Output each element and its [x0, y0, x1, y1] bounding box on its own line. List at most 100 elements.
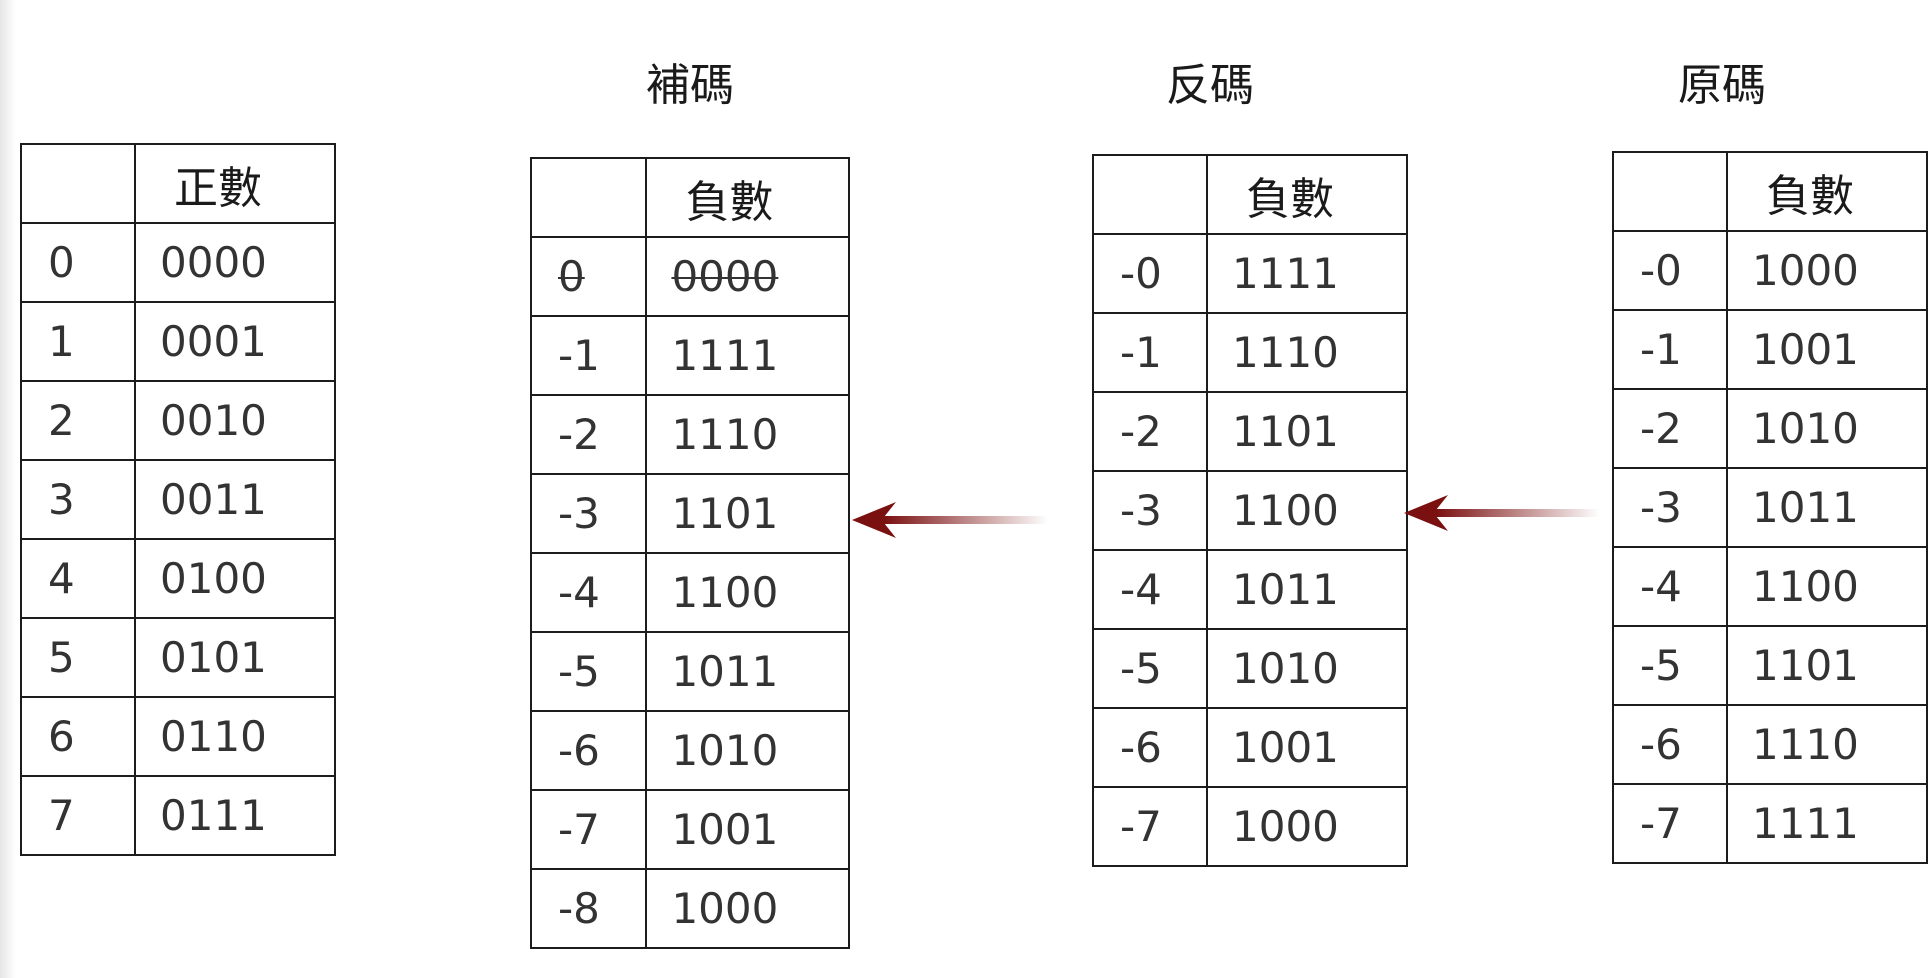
- table-row: -7 1111: [1612, 783, 1928, 864]
- ones-complement-title: 反碼: [1166, 60, 1254, 111]
- decimal-cell: -6: [1092, 707, 1208, 788]
- binary-cell: 0100: [134, 538, 336, 619]
- table-header-row: 負數: [1612, 151, 1928, 232]
- binary-cell: 1001: [1206, 707, 1408, 788]
- binary-cell: 1111: [645, 315, 850, 396]
- binary-cell: 0011: [134, 459, 336, 540]
- header-cell-sign: 負數: [645, 157, 850, 238]
- arrow-shaft: [884, 516, 1048, 524]
- table-row: 0 0000: [529, 236, 850, 317]
- complement-title: 補碼: [646, 60, 734, 111]
- table-row: -0 1111: [1092, 233, 1408, 314]
- decimal-cell: -8: [529, 868, 648, 949]
- binary-cell: 1010: [1206, 628, 1408, 709]
- header-cell-empty: [529, 157, 648, 238]
- table-header-row: 負數: [1092, 154, 1408, 235]
- table-row: -4 1100: [1612, 546, 1928, 627]
- decimal-cell: -5: [1612, 625, 1728, 706]
- binary-cell: 1100: [645, 552, 850, 633]
- sign-magnitude-table: 負數 -0 1000 -1 1001 -2 1010 -3 1011 -4 1100 -5 1101 -6…: [1612, 151, 1928, 864]
- decimal-cell: -1: [1612, 309, 1728, 390]
- binary-cell: 1111: [1206, 233, 1408, 314]
- binary-cell: 1110: [1206, 312, 1408, 393]
- table-row: -1 1111: [529, 315, 850, 396]
- table-row: 4 0100: [20, 538, 336, 619]
- decimal-cell: -5: [1092, 628, 1208, 709]
- decimal-cell: -3: [529, 473, 648, 554]
- binary-cell: 0010: [134, 380, 336, 461]
- decimal-cell: -2: [1092, 391, 1208, 472]
- decimal-cell: -6: [529, 710, 648, 791]
- binary-cell: 1000: [1206, 786, 1408, 867]
- decimal-cell: -0: [1612, 230, 1728, 311]
- sign-magnitude-title: 原碼: [1678, 60, 1766, 111]
- binary-cell: 1001: [645, 789, 850, 870]
- decimal-cell: -0: [1092, 233, 1208, 314]
- decimal-cell: 7: [20, 775, 136, 856]
- decimal-cell: 1: [20, 301, 136, 382]
- binary-cell: 1001: [1726, 309, 1928, 390]
- table-row: -6 1010: [529, 710, 850, 791]
- left-edge-shade: [0, 0, 16, 978]
- header-cell-sign: 負數: [1206, 154, 1408, 235]
- decimal-cell: -2: [529, 394, 648, 475]
- table-row: -0 1000: [1612, 230, 1928, 311]
- table-row: -8 1000: [529, 868, 850, 949]
- binary-cell: 1110: [1726, 704, 1928, 785]
- decimal-cell: -3: [1612, 467, 1728, 548]
- decimal-cell: -7: [1092, 786, 1208, 867]
- header-cell-empty: [20, 143, 136, 224]
- arrow-shaft: [1436, 509, 1600, 517]
- decimal-cell: -1: [529, 315, 648, 396]
- decimal-cell: -3: [1092, 470, 1208, 551]
- table-row: -4 1011: [1092, 549, 1408, 630]
- arrow-sign-to-ones: [1404, 495, 1600, 531]
- decimal-cell: -6: [1612, 704, 1728, 785]
- binary-cell: 0111: [134, 775, 336, 856]
- binary-cell: 1100: [1726, 546, 1928, 627]
- binary-cell: 1000: [645, 868, 850, 949]
- binary-cell: 1010: [1726, 388, 1928, 469]
- table-row: 5 0101: [20, 617, 336, 698]
- table-row: -5 1101: [1612, 625, 1928, 706]
- table-header-row: 負數: [529, 157, 850, 238]
- binary-cell: 1100: [1206, 470, 1408, 551]
- table-row: -3 1011: [1612, 467, 1928, 548]
- table-row: 0 0000: [20, 222, 336, 303]
- header-cell-empty: [1092, 154, 1208, 235]
- decimal-cell: -4: [1612, 546, 1728, 627]
- table-row: -6 1001: [1092, 707, 1408, 788]
- binary-cell: 1010: [645, 710, 850, 791]
- binary-cell: 1101: [1206, 391, 1408, 472]
- header-cell-sign: 負數: [1726, 151, 1928, 232]
- decimal-cell: -1: [1092, 312, 1208, 393]
- binary-cell: 0000: [134, 222, 336, 303]
- table-row: 2 0010: [20, 380, 336, 461]
- binary-cell: 1011: [1726, 467, 1928, 548]
- decimal-cell: 6: [20, 696, 136, 777]
- binary-cell: 0001: [134, 301, 336, 382]
- complement-table: 負數 0 0000 -1 1111 -2 1110 -3 1101 -4 1100 -5 1011 -6 1…: [529, 157, 850, 949]
- decimal-cell: 0: [20, 222, 136, 303]
- table-row: -3 1100: [1092, 470, 1408, 551]
- decimal-cell: -7: [1612, 783, 1728, 864]
- decimal-cell: 3: [20, 459, 136, 540]
- header-cell-sign: 正數: [134, 143, 336, 224]
- decimal-cell: -7: [529, 789, 648, 870]
- table-row: -5 1011: [529, 631, 850, 712]
- header-cell-empty: [1612, 151, 1728, 232]
- decimal-cell: 5: [20, 617, 136, 698]
- binary-cell: 0101: [134, 617, 336, 698]
- table-row: -1 1001: [1612, 309, 1928, 390]
- binary-cell: 1101: [645, 473, 850, 554]
- table-row: -7 1001: [529, 789, 850, 870]
- table-row: -2 1101: [1092, 391, 1408, 472]
- decimal-cell: -4: [529, 552, 648, 633]
- table-row: -6 1110: [1612, 704, 1928, 785]
- table-row: -3 1101: [529, 473, 850, 554]
- ones-complement-table: 負數 -0 1111 -1 1110 -2 1101 -3 1100 -4 1011 -5 1010 -6…: [1092, 154, 1408, 867]
- binary-cell: 1011: [1206, 549, 1408, 630]
- table-row: 1 0001: [20, 301, 336, 382]
- binary-cell: 1111: [1726, 783, 1928, 864]
- table-row: 6 0110: [20, 696, 336, 777]
